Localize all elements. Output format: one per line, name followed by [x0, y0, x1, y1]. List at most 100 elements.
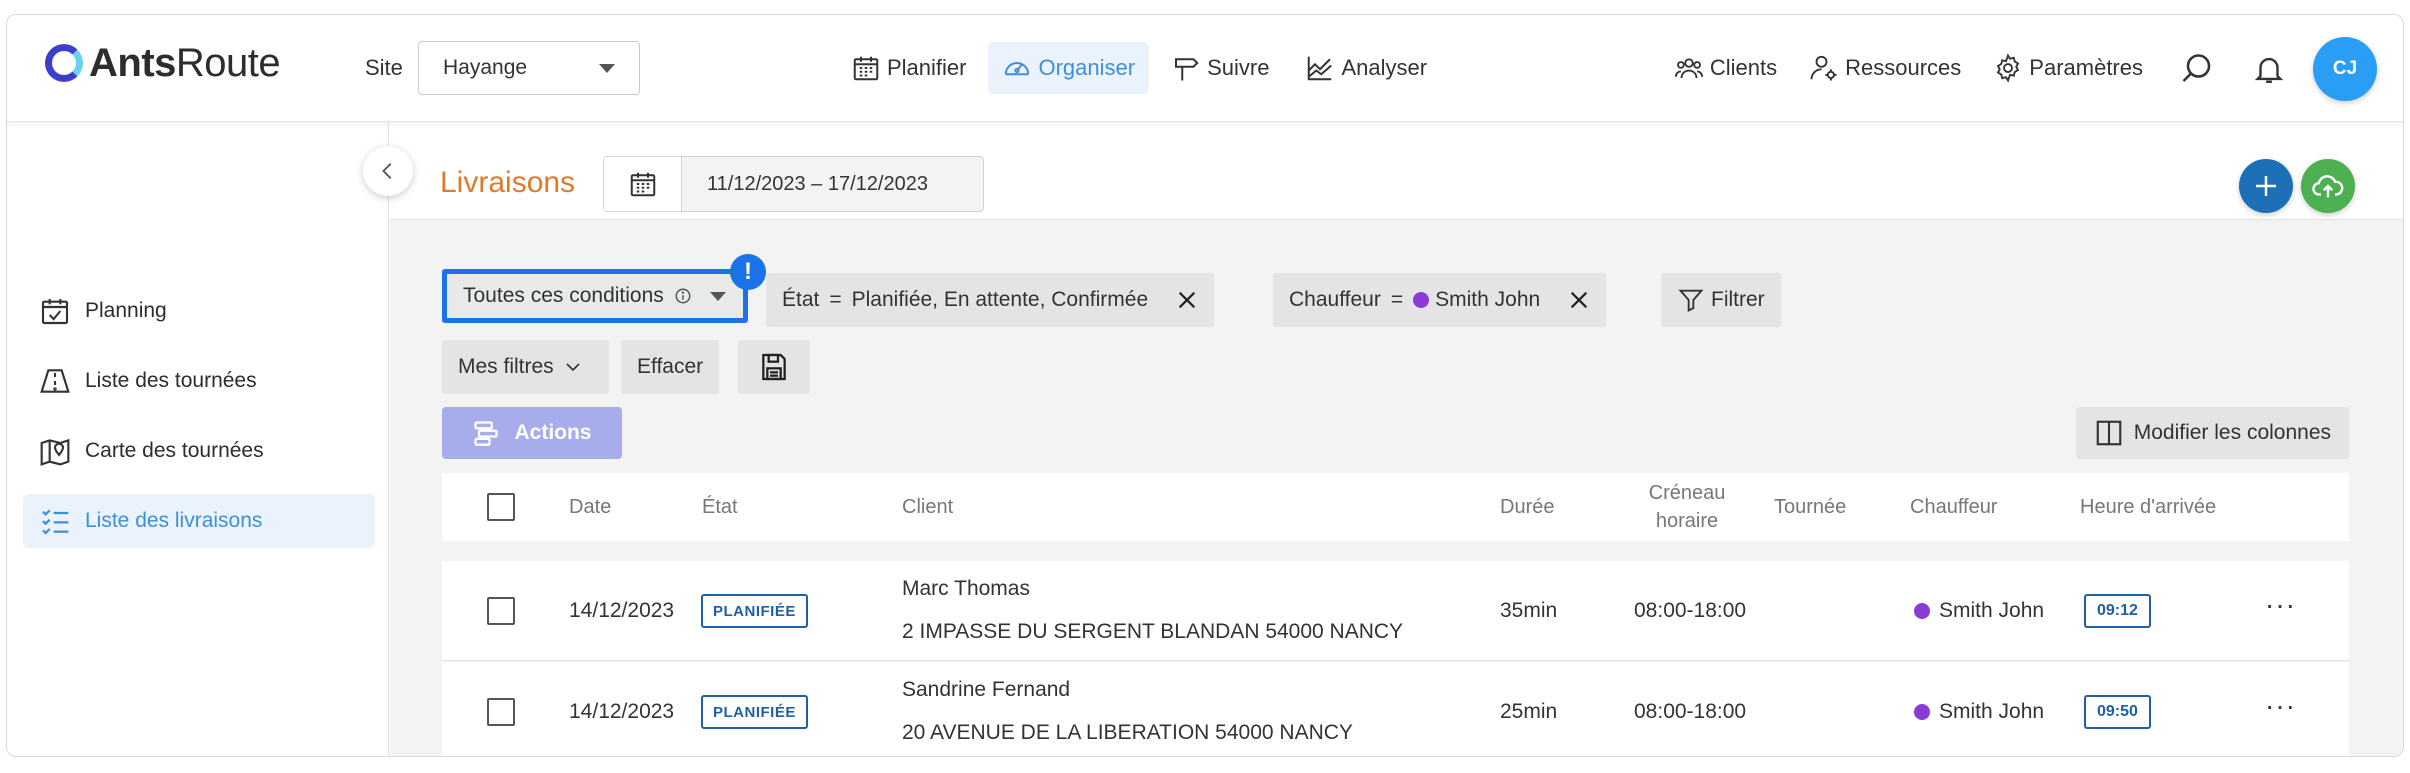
nav-suivre[interactable]: Suivre — [1157, 42, 1283, 94]
table-row[interactable]: 14/12/2023 PLANIFIÉE Marc Thomas 2 IMPAS… — [442, 561, 2349, 661]
header-creneau-line1: Créneau — [1648, 482, 1726, 504]
header-duree[interactable]: Durée — [1500, 473, 1554, 541]
status-badge: PLANIFIÉE — [701, 594, 808, 628]
header-creneau-line2: horaire — [1655, 510, 1719, 532]
clear-filters-label: Effacer — [637, 355, 704, 378]
cloud-upload-icon — [2312, 175, 2344, 198]
row-checkbox[interactable] — [487, 698, 515, 726]
gauge-icon — [1005, 62, 1030, 76]
nav-analyser[interactable]: Analyser — [1291, 42, 1441, 94]
filter-etat-operator: = — [829, 288, 842, 311]
chevron-down-icon — [709, 291, 726, 301]
my-filters-dropdown[interactable]: Mes filtres — [442, 340, 609, 394]
columns-icon — [2096, 420, 2122, 446]
row-client-address: 2 IMPASSE DU SERGENT BLANDAN 54000 NANCY — [902, 620, 1404, 643]
site-select[interactable]: Hayange — [418, 41, 640, 95]
date-range-picker[interactable]: 11/12/2023 – 17/12/2023 — [603, 156, 984, 212]
checklist-icon — [42, 509, 69, 535]
sidebar-item-liste-tournees[interactable]: Liste des tournées — [23, 354, 375, 408]
close-icon[interactable] — [1176, 289, 1198, 311]
sidebar-item-planning-label: Planning — [85, 299, 167, 322]
chevron-left-icon — [382, 163, 392, 179]
row-client-name: Marc Thomas — [902, 577, 1030, 600]
sidebar-item-liste-livraisons[interactable]: Liste des livraisons — [23, 494, 375, 548]
filter-etat-value: Planifiée, En attente, Confirmée — [851, 288, 1149, 311]
nav-clients[interactable]: Clients — [1664, 42, 1787, 94]
nav-parametres[interactable]: Paramètres — [1983, 42, 2153, 94]
close-icon[interactable] — [1568, 289, 1590, 311]
header-etat[interactable]: État — [702, 473, 738, 541]
logo[interactable]: AntsRoute — [45, 40, 281, 85]
search-icon — [2182, 54, 2211, 82]
filter-button[interactable]: Filtrer — [1661, 273, 1781, 327]
map-pin-icon — [40, 438, 70, 466]
filter-chip-etat[interactable]: État = Planifiée, En attente, Confirmée — [766, 273, 1215, 327]
gear-icon — [1997, 53, 2020, 83]
row-date: 14/12/2023 — [569, 599, 675, 622]
save-filter-button[interactable] — [738, 340, 810, 394]
more-options-icon[interactable]: ··· — [2265, 690, 2296, 722]
nav-planifier[interactable]: Planifier — [837, 42, 980, 94]
sidebar-item-liste-tournees-label: Liste des tournées — [85, 369, 257, 392]
header-date[interactable]: Date — [569, 473, 611, 541]
road-icon — [40, 369, 70, 393]
site-select-value: Hayange — [443, 56, 528, 79]
status-badge: PLANIFIÉE — [701, 695, 808, 729]
arrival-time-badge: 09:12 — [2084, 594, 2151, 628]
sidebar-item-carte-tournees-label: Carte des tournées — [85, 439, 264, 462]
nav-organiser[interactable]: Organiser — [988, 42, 1150, 94]
collapse-sidebar-button[interactable] — [363, 146, 413, 196]
actions-button[interactable]: Actions — [442, 407, 622, 459]
row-chauffeur: Smith John — [1939, 700, 2045, 723]
sidebar-item-planning[interactable]: Planning — [23, 284, 375, 338]
actions-icon — [474, 421, 499, 446]
site-label: Site — [365, 55, 403, 80]
bell-icon — [2254, 57, 2284, 83]
nav-suivre-label: Suivre — [1207, 55, 1270, 80]
conditions-dropdown[interactable]: Toutes ces conditions — [442, 269, 748, 323]
row-checkbox[interactable] — [487, 597, 515, 625]
header-client[interactable]: Client — [902, 473, 953, 541]
more-options-icon[interactable]: ··· — [2265, 589, 2296, 621]
conditions-label: Toutes ces conditions — [463, 284, 664, 307]
sidebar-item-liste-livraisons-label: Liste des livraisons — [85, 509, 263, 532]
table-header: Date État Client Durée Créneau horaire T… — [442, 473, 2349, 541]
add-button[interactable] — [2239, 159, 2293, 213]
header-chauffeur[interactable]: Chauffeur — [1910, 473, 1997, 541]
modify-columns-button[interactable]: Modifier les colonnes — [2075, 407, 2349, 459]
app-window: AntsRoute Site Hayange Planifier Organis… — [6, 14, 2404, 757]
row-date: 14/12/2023 — [569, 700, 675, 723]
save-icon — [762, 353, 786, 381]
filter-etat-field: État — [782, 288, 820, 311]
header-tournee[interactable]: Tournée — [1774, 473, 1846, 541]
actions-label: Actions — [514, 421, 592, 444]
driver-color-dot — [1914, 603, 1930, 619]
filter-chip-chauffeur[interactable]: Chauffeur = Smith John — [1273, 273, 1607, 327]
notifications-button[interactable] — [2247, 47, 2291, 91]
calendar-button[interactable] — [604, 157, 682, 211]
row-creneau: 08:00-18:00 — [1634, 599, 1747, 622]
chevron-down-icon — [599, 63, 615, 73]
row-client-address: 20 AVENUE DE LA LIBERATION 54000 NANCY — [902, 721, 1353, 744]
modify-columns-label: Modifier les colonnes — [2133, 421, 2331, 444]
date-range-value: 11/12/2023 – 17/12/2023 — [707, 172, 928, 195]
header-creneau[interactable]: Créneau horaire — [1627, 473, 1747, 541]
filter-chauffeur-value: Smith John — [1435, 288, 1541, 311]
users-icon — [1674, 58, 1703, 79]
search-button[interactable] — [2175, 47, 2219, 91]
select-all-checkbox[interactable] — [487, 493, 515, 521]
sidebar-item-carte-tournees[interactable]: Carte des tournées — [23, 424, 375, 478]
upload-button[interactable] — [2301, 159, 2355, 213]
logo-text-light: Route — [175, 40, 281, 85]
table-row[interactable]: 14/12/2023 PLANIFIÉE Sandrine Fernand 20… — [442, 662, 2349, 756]
deliveries-table: Date État Client Durée Créneau horaire T… — [442, 473, 2349, 756]
calendar-check-icon — [41, 299, 69, 325]
header-arrivee[interactable]: Heure d'arrivée — [2080, 473, 2216, 541]
nav-ressources[interactable]: Ressources — [1799, 42, 1971, 94]
nav-organiser-label: Organiser — [1038, 55, 1136, 80]
clear-filters-button[interactable]: Effacer — [621, 340, 720, 394]
nav-parametres-label: Paramètres — [2029, 55, 2143, 80]
info-icon — [675, 288, 691, 304]
user-avatar[interactable]: CJ — [2313, 37, 2377, 101]
calendar-icon — [853, 56, 879, 81]
